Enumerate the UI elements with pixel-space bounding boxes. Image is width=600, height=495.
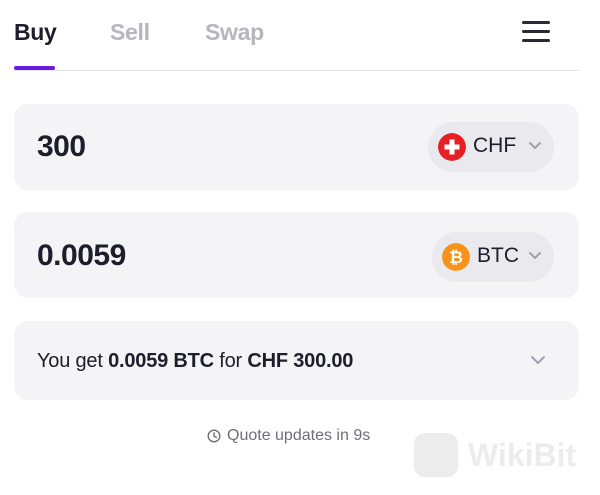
swiss-flag-icon xyxy=(438,133,466,161)
quote-crypto-amount: 0.0059 BTC xyxy=(108,350,214,372)
pay-currency-selector[interactable]: CHF xyxy=(428,122,554,172)
quote-timer-text: Quote updates in 9s xyxy=(227,427,371,444)
svg-text:₿: ₿ xyxy=(449,248,463,268)
pay-amount-input[interactable]: 300 xyxy=(37,130,86,164)
quote-fiat-amount: CHF 300.00 xyxy=(247,350,354,372)
receive-amount-card: 0.0059 ₿ BTC xyxy=(14,212,579,298)
tab-sell[interactable]: Sell xyxy=(110,19,150,46)
quote-summary-card[interactable]: You get 0.0059 BTC for CHF 300.00 xyxy=(14,321,579,400)
trade-tabs: Buy Sell Swap xyxy=(14,0,579,71)
watermark-icon xyxy=(414,433,458,477)
receive-amount-field[interactable]: 0.0059 xyxy=(37,239,126,273)
quote-timer: Quote updates in 9s xyxy=(207,426,370,446)
chevron-down-icon[interactable] xyxy=(530,355,546,366)
quote-summary-text: You get 0.0059 BTC for CHF 300.00 xyxy=(37,350,353,373)
chevron-down-icon xyxy=(529,142,541,149)
tab-swap[interactable]: Swap xyxy=(205,19,264,46)
hamburger-menu-icon[interactable] xyxy=(522,21,552,43)
chevron-down-icon xyxy=(529,252,541,259)
receive-currency-selector[interactable]: ₿ BTC xyxy=(432,232,554,282)
pay-amount-card: 300 CHF xyxy=(14,104,579,190)
clock-icon xyxy=(207,429,221,443)
quote-prefix: You get xyxy=(37,350,103,372)
watermark-logo: WikiBit xyxy=(414,433,584,481)
bitcoin-icon: ₿ xyxy=(442,243,470,271)
tab-buy[interactable]: Buy xyxy=(14,19,57,46)
receive-currency-code: BTC xyxy=(477,244,519,267)
active-tab-indicator xyxy=(14,66,55,70)
quote-connector: for xyxy=(219,350,243,372)
watermark-text: WikiBit xyxy=(468,437,577,473)
pay-currency-code: CHF xyxy=(473,134,517,157)
